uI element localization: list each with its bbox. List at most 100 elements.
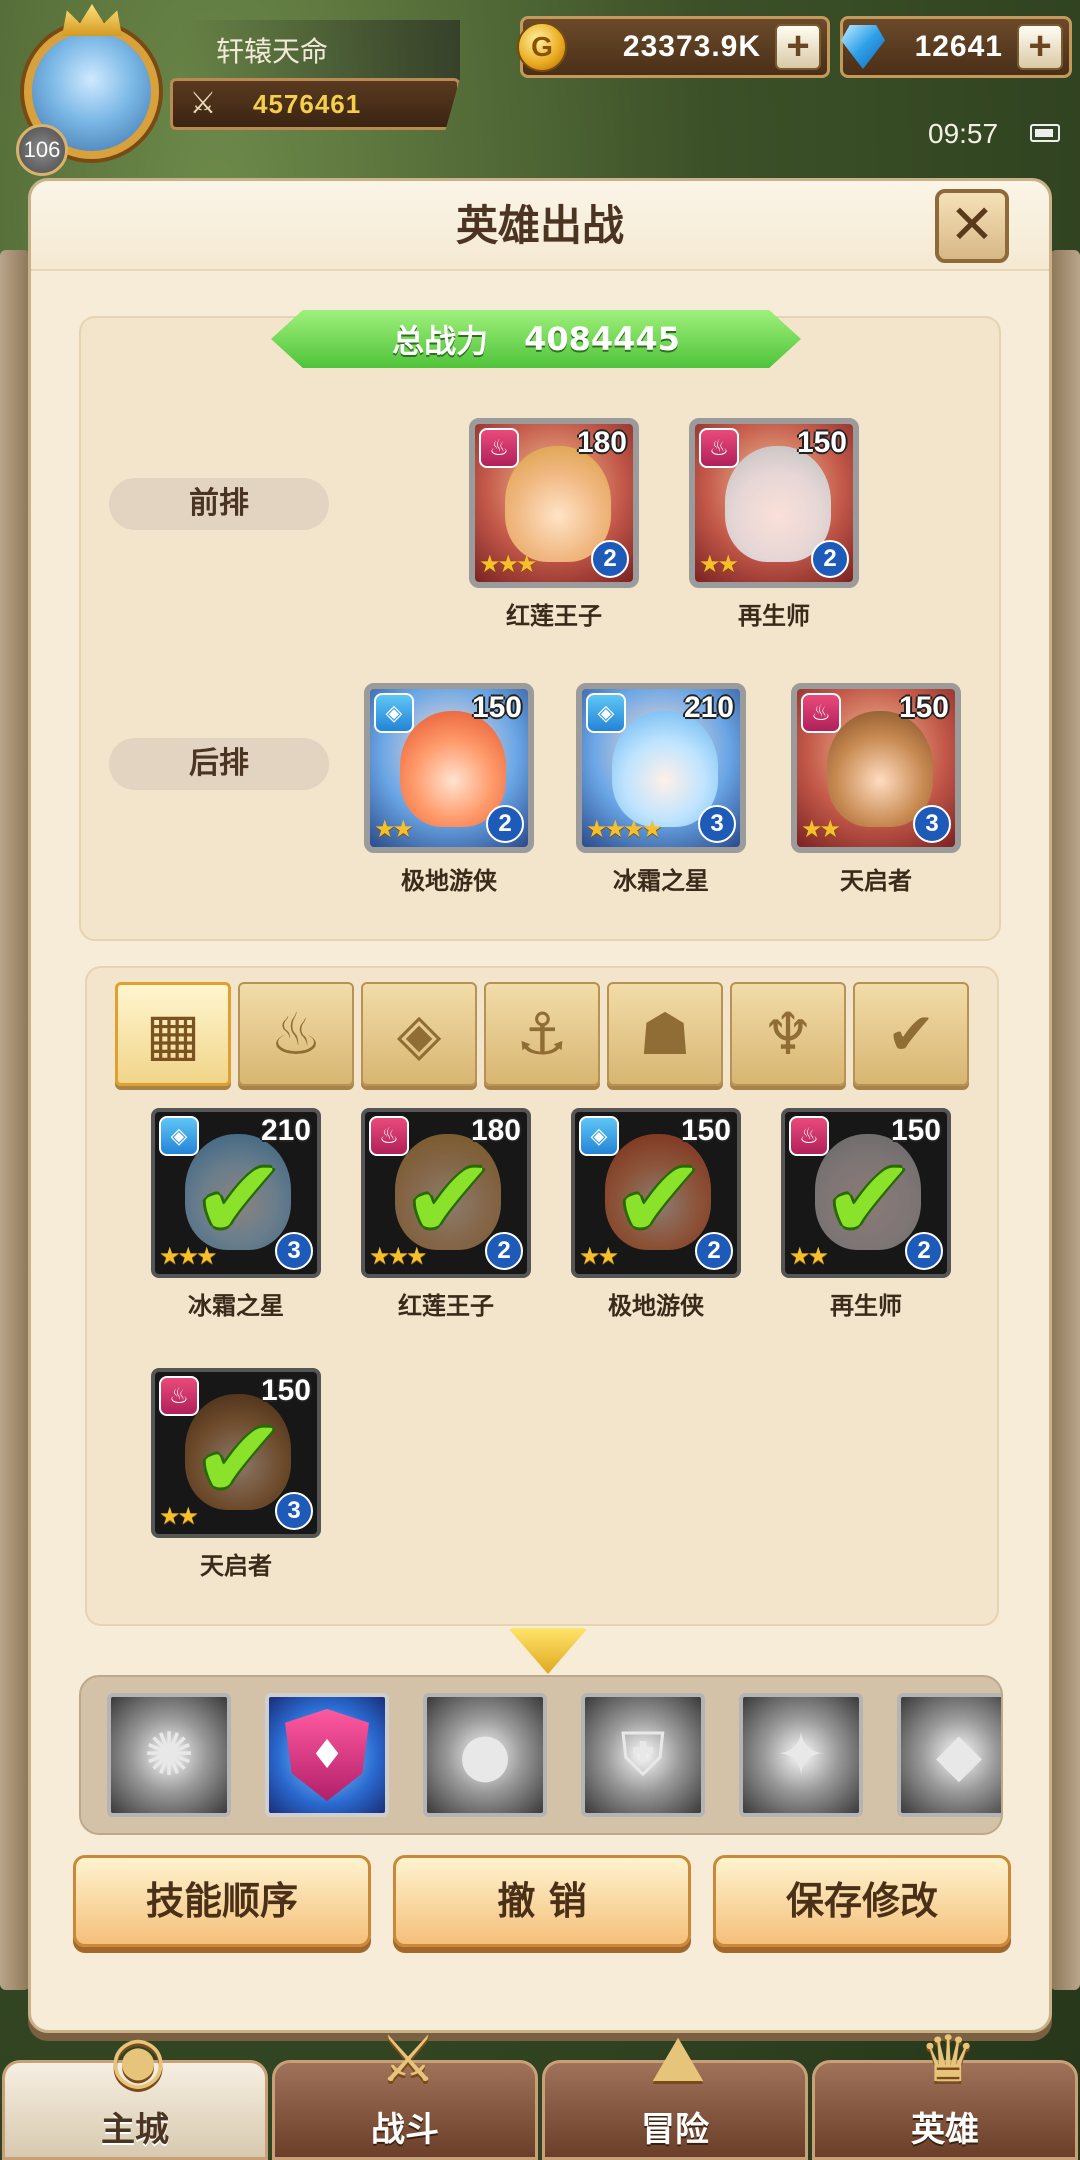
hero-name: 冰霜之星 [188,1292,284,1320]
hero-level: 210 [683,691,734,724]
skill-order-button[interactable]: 技能顺序 [73,1855,371,1947]
gold-coin-icon: G [517,22,567,72]
filter-water[interactable]: ◈ [361,982,477,1086]
save-changes-button[interactable]: 保存修改 [713,1855,1011,1947]
roster-hero[interactable]: ♨ 180 ★★★ 2 ✔ 红莲王子 [361,1108,531,1321]
hero-face [725,446,831,562]
hero-name: 极地游侠 [401,867,497,895]
water-faction-icon: ◈ [586,693,626,733]
dark-faction-icon: ♆ [762,1000,814,1068]
nav-label: 战斗 [371,2110,439,2150]
guard-skill-icon[interactable]: ⛨ [581,1693,705,1817]
hero-deploy-panel: 英雄出战 ✕ 总战力 4084445 前排 后排 ♨ 180 ★★★ 2 红莲王… [28,178,1052,2033]
gem-value: 12641 [914,30,1003,63]
hero-stars: ★★★ [479,550,538,578]
nav-main-city[interactable]: ◉ 主城 [2,2023,268,2160]
nav-battle[interactable]: ⚔ 战斗 [272,2023,538,2160]
hero-name: 红莲王子 [506,602,602,630]
lineup-slot-front-1[interactable]: ♨ 180 ★★★ 2 红莲王子 [469,418,639,631]
hero-portrait[interactable]: ◈ 210 ★★★ 3 ✔ [151,1108,321,1278]
front-row-label: 前排 [109,478,329,530]
fire-faction-icon: ♨ [270,1000,322,1068]
player-level-badge: 106 [16,124,68,176]
lineup-slot-back-1[interactable]: ◈ 150 ★★ 2 极地游侠 [364,683,534,896]
hero-grade-badge: 2 [591,540,629,578]
filter-all[interactable]: ▦ [115,982,231,1086]
roster-hero[interactable]: ◈ 210 ★★★ 3 ✔ 冰霜之星 [151,1108,321,1321]
hero-name: 天启者 [200,1552,272,1580]
lineup-slot-front-2[interactable]: ♨ 150 ★★ 2 再生师 [689,418,859,631]
add-gold-button[interactable]: + [775,24,821,70]
hero-stars: ★★ [699,550,739,578]
shield-skill-icon[interactable]: ♦ [265,1693,389,1817]
add-gems-button[interactable]: + [1017,24,1063,70]
fire-faction-icon: ♨ [479,428,519,468]
slash-skill-icon[interactable]: ✦ [739,1693,863,1817]
checkmark-icon: ✔ [403,1135,496,1263]
hero-stars: ★★★★ [586,815,663,843]
hero-portrait[interactable]: ♨ 150 ★★ 3 ✔ [151,1368,321,1538]
hero-portrait[interactable]: ◈ 210 ★★★★ 3 [576,683,746,853]
nav-adventure[interactable]: ⛰ 冒险 [542,2023,808,2160]
vortex-skill-icon[interactable]: ✺ [107,1693,231,1817]
hero-face [400,711,506,827]
hero-name: 冰霜之星 [613,867,709,895]
undo-button[interactable]: 撤 销 [393,1855,691,1947]
hero-portrait[interactable]: ◈ 150 ★★ 2 [364,683,534,853]
gold-value: 23373.9K [622,30,761,63]
fire-faction-icon: ♨ [801,693,841,733]
hero-level: 180 [576,426,627,459]
hero-name: 天启者 [840,867,912,895]
close-button[interactable]: ✕ [935,189,1009,263]
background-frame-right [1050,250,1080,1990]
total-power-value: 4084445 [524,320,680,358]
gold-resource: G 23373.9K + [517,16,830,78]
hero-portrait[interactable]: ♨ 180 ★★★ 2 ✔ [361,1108,531,1278]
filter-beast[interactable]: ☗ [607,982,723,1086]
hero-portrait[interactable]: ◈ 150 ★★ 2 ✔ [571,1108,741,1278]
player-name: 轩辕天命 [180,20,460,80]
filter-dark[interactable]: ♆ [730,982,846,1086]
hero-face [505,446,611,562]
player-avatar[interactable]: 106 [2,4,182,176]
nav-heroes[interactable]: ♛ 英雄 [812,2023,1078,2160]
filter-anchor[interactable]: ⚓ [484,982,600,1086]
city-icon: ◉ [110,2023,166,2097]
roster-hero[interactable]: ♨ 150 ★★ 3 ✔ 天启者 [151,1368,321,1581]
checkmark-icon: ✔ [823,1135,916,1263]
checkmark-icon: ✔ [193,1395,286,1523]
roster-hero[interactable]: ♨ 150 ★★ 2 ✔ 再生师 [781,1108,951,1321]
clock: 09:57 [928,118,999,149]
crystal-skill-icon[interactable]: ◆ [897,1693,1001,1817]
total-power-label: 总战力 [392,322,489,360]
lineup-slot-back-2[interactable]: ◈ 210 ★★★★ 3 冰霜之星 [576,683,746,896]
orb-skill-icon[interactable]: ● [423,1693,547,1817]
hero-portrait[interactable]: ♨ 150 ★★ 2 ✔ [781,1108,951,1278]
roster-hero[interactable]: ◈ 150 ★★ 2 ✔ 极地游侠 [571,1108,741,1321]
hero-stars: ★★ [801,815,841,843]
nav-label: 英雄 [911,2110,979,2150]
fire-faction-icon: ♨ [699,428,739,468]
player-power-value: 4576461 [253,89,362,119]
hero-roster: ▦ ♨ ◈ ⚓ ☗ ♆ ✔ ◈ 210 ★★★ 3 ✔ 冰霜之星 ♨ 180 ★… [85,966,999,1626]
checkmark-icon: ✔ [193,1135,286,1263]
filter-light[interactable]: ✔ [853,982,969,1086]
hero-level: 150 [796,426,847,459]
hero-portrait[interactable]: ♨ 150 ★★ 3 [791,683,961,853]
hero-face [612,711,718,827]
hero-stars: ★★ [789,1242,829,1270]
hero-portrait[interactable]: ♨ 180 ★★★ 2 [469,418,639,588]
hero-name: 红莲王子 [398,1292,494,1320]
expand-arrow-icon[interactable] [508,1628,588,1674]
faction-filter-bar: ▦ ♨ ◈ ⚓ ☗ ♆ ✔ [115,982,969,1086]
light-faction-icon: ✔ [886,1000,936,1068]
water-faction-icon: ◈ [396,1000,442,1068]
anchor-icon: ⚓ [516,1000,568,1068]
hero-grade-badge: 3 [913,805,951,843]
nav-label: 主城 [101,2110,169,2150]
hero-grade-badge: 2 [811,540,849,578]
lineup-slot-back-3[interactable]: ♨ 150 ★★ 3 天启者 [791,683,961,896]
hero-portrait[interactable]: ♨ 150 ★★ 2 [689,418,859,588]
filter-fire[interactable]: ♨ [238,982,354,1086]
back-row-label: 后排 [109,738,329,790]
